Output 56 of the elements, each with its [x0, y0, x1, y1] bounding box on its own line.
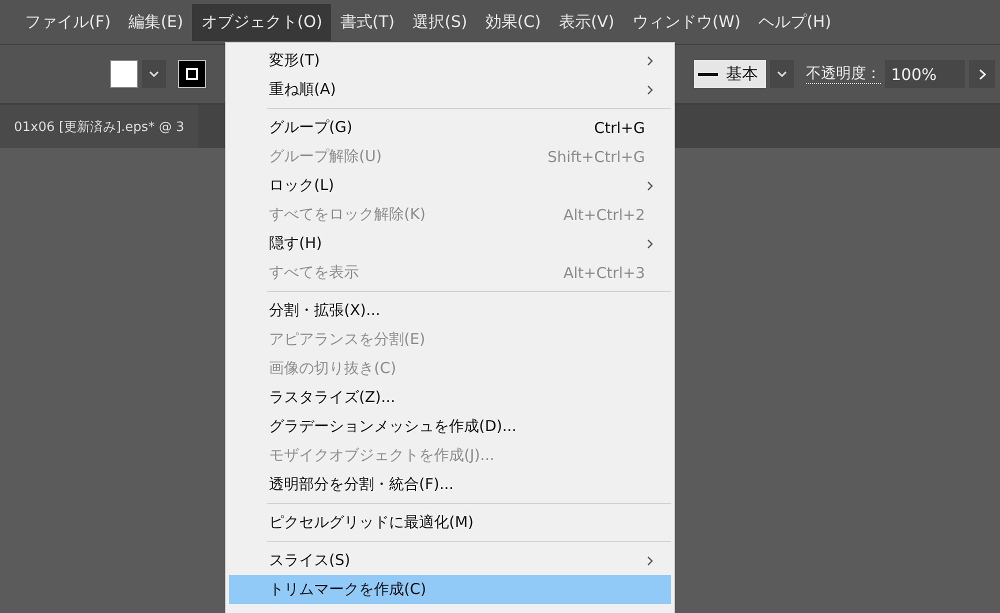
menu-item[interactable]: 効果(C): [476, 4, 550, 40]
menu-entry-label: アピアランスを分割(E): [269, 330, 426, 349]
menu-item[interactable]: ヘルプ(H): [750, 4, 840, 40]
document-tab[interactable]: 01x06 [更新済み].eps* @ 3: [0, 105, 198, 148]
menu-entry-label: トリムマークを作成(C): [269, 580, 428, 599]
shortcut-label: Alt+Ctrl+2: [563, 206, 645, 224]
menu-entry-label: すべてを表示: [269, 263, 360, 282]
menu-entry-label: すべてをロック解除(K): [269, 205, 427, 224]
menu-entry[interactable]: グラデーションメッシュを作成(D)...: [229, 412, 671, 441]
stroke-swatch[interactable]: [178, 60, 206, 88]
menu-entry[interactable]: 変形(T): [229, 46, 671, 75]
stroke-line-icon: [698, 72, 718, 76]
menu-entry-label: 画像の切り抜き(C): [269, 359, 398, 378]
shortcut-label: Ctrl+G: [594, 118, 645, 136]
menu-entry-label: 重ね順(A): [269, 80, 337, 99]
menu-entry[interactable]: 重ね順(A): [229, 75, 671, 104]
menu-entry-label: 分割・拡張(X)...: [269, 301, 382, 320]
menu-item[interactable]: ウィンドウ(W): [623, 4, 750, 40]
fill-swatch[interactable]: [110, 60, 138, 88]
chevron-down-icon: [149, 71, 159, 77]
menu-item[interactable]: 選択(S): [404, 4, 476, 40]
menu-entry-label: ピクセルグリッドに最適化(M): [269, 513, 475, 532]
stroke-style-field[interactable]: 基本: [694, 60, 766, 88]
opacity-label[interactable]: 不透明度：: [806, 64, 881, 84]
menu-entry[interactable]: スライス(S): [229, 546, 671, 575]
menu-entry-label: スライス(S): [269, 551, 352, 570]
menu-entry[interactable]: 隠す(H): [229, 229, 671, 258]
shortcut-label: Shift+Ctrl+G: [547, 148, 645, 166]
menu-entry-label: 隠す(H): [269, 234, 323, 253]
menu-item[interactable]: オブジェクト(O): [192, 4, 332, 40]
menu-item[interactable]: 編集(E): [120, 4, 192, 40]
menu-entry-label: 透明部分を分割・統合(F)...: [269, 475, 455, 494]
fill-dropdown-button[interactable]: [142, 60, 166, 88]
menu-entry-label: モザイクオブジェクトを作成(J)...: [269, 446, 496, 465]
menu-entry[interactable]: 分割・拡張(X)...: [229, 296, 671, 325]
menu-entry[interactable]: グループ(G) Ctrl+G: [229, 113, 671, 142]
opacity-field[interactable]: 100%: [885, 60, 965, 88]
menu-item[interactable]: 表示(V): [550, 4, 624, 40]
menu-entry[interactable]: ラスタライズ(Z)...: [229, 383, 671, 412]
opacity-expand-button[interactable]: [969, 60, 995, 88]
menu-entry[interactable]: ロック(L): [229, 171, 671, 200]
shortcut-label: Alt+Ctrl+3: [563, 264, 645, 282]
menu-entry-label: ロック(L): [269, 176, 336, 195]
menu-entry-label: 変形(T): [269, 51, 321, 70]
menu-entry-label: ラスタライズ(Z)...: [269, 388, 396, 407]
stroke-style-dropdown-button[interactable]: [770, 60, 794, 88]
menu-entry-label: グループ(G): [269, 118, 354, 137]
menu-entry[interactable]: トリムマークを作成(C): [229, 575, 671, 604]
chevron-right-icon: [978, 68, 986, 80]
menu-entry-label: グラデーションメッシュを作成(D)...: [269, 417, 518, 436]
menu-entry[interactable]: ピクセルグリッドに最適化(M): [229, 508, 671, 537]
chevron-down-icon: [777, 71, 787, 77]
menu-item[interactable]: 書式(T): [331, 4, 404, 40]
menu-entry-label: グループ解除(U): [269, 147, 383, 166]
menu-entry[interactable]: 透明部分を分割・統合(F)...: [229, 470, 671, 499]
menu-item[interactable]: ファイル(F): [16, 4, 120, 40]
